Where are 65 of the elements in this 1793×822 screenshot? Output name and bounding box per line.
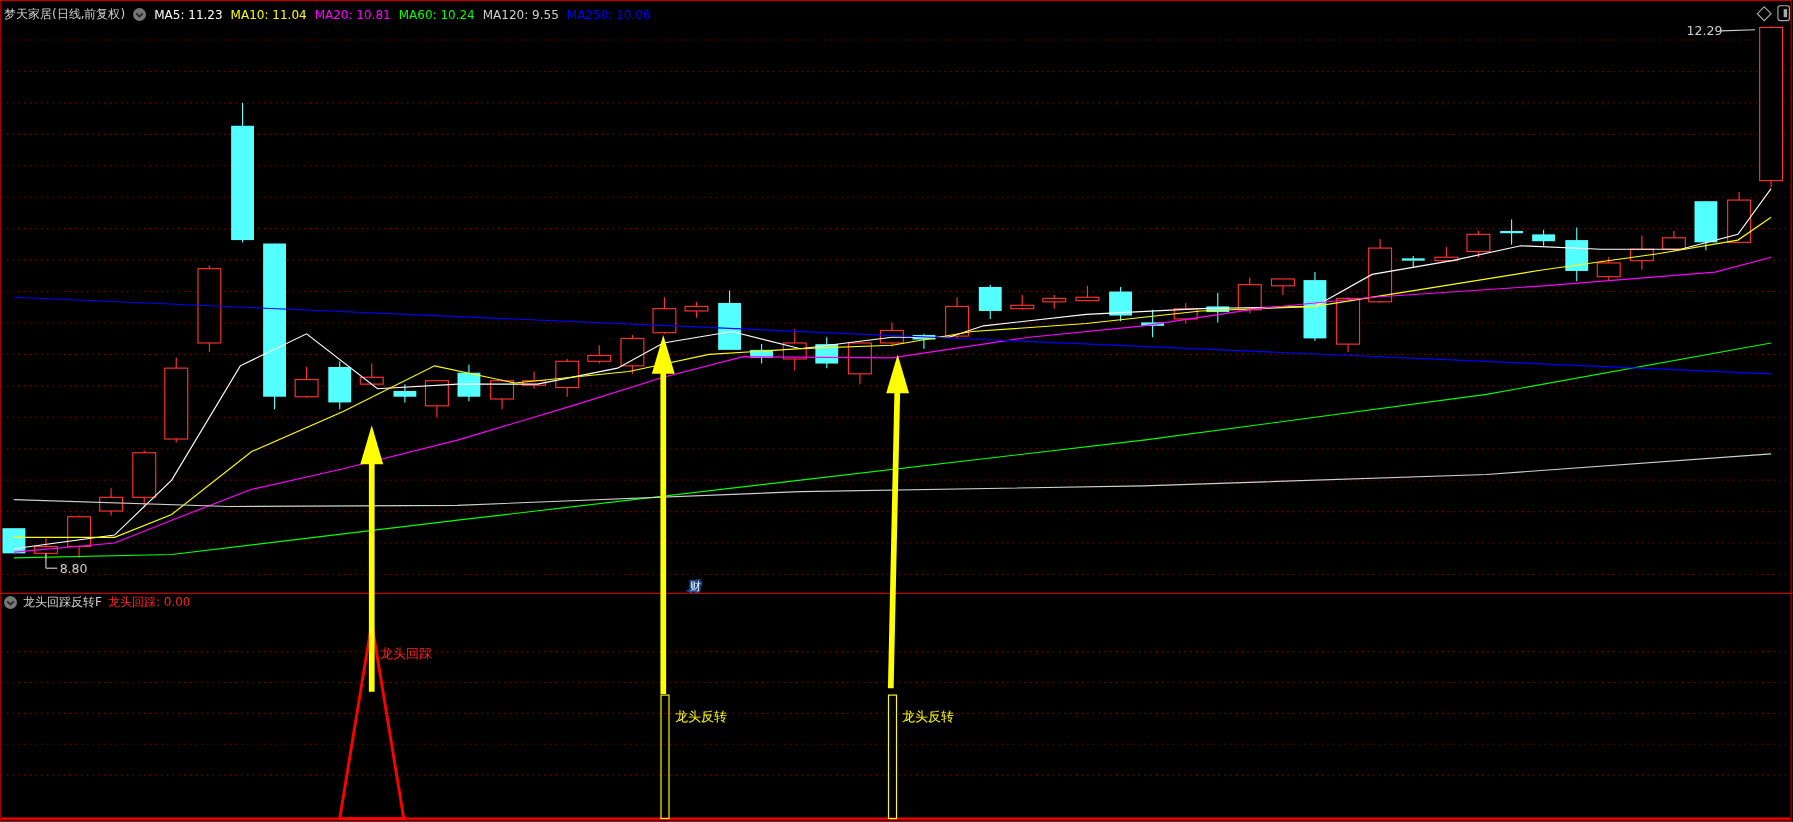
candlestick: [1042, 294, 1067, 310]
signal-label: 龙头回踩: [379, 646, 432, 662]
chevron-down-icon[interactable]: [4, 596, 17, 609]
candlestick: [1237, 277, 1262, 314]
candlestick: [1565, 226, 1589, 282]
moving-average-value: MA60: 10.24: [398, 7, 475, 22]
candlestick: [424, 380, 449, 418]
window-icon[interactable]: [1777, 5, 1790, 22]
candlestick: [457, 364, 481, 402]
candlestick: [815, 336, 839, 369]
candlestick: [1270, 278, 1295, 296]
candlestick: [912, 333, 936, 350]
candlestick: [1109, 286, 1132, 322]
candlestick: [1500, 218, 1523, 246]
candlestick: [782, 328, 807, 371]
candlestick: [359, 363, 384, 385]
candlestick: [2, 527, 26, 554]
indicator-value: 龙头回踩: 0.00: [107, 594, 191, 611]
candlestick: [522, 371, 547, 390]
candlestick: [1075, 285, 1100, 302]
finance-badge[interactable]: 财: [689, 578, 701, 593]
candlestick: [294, 366, 319, 399]
candlestick: [1206, 292, 1230, 323]
moving-average-value: MA120: 9.55: [482, 7, 559, 22]
candlestick: [490, 379, 515, 410]
candlestick: [1434, 246, 1459, 262]
signal-label: 龙头反转: [902, 709, 955, 725]
candlestick: [99, 487, 124, 517]
candlestick: [1596, 256, 1621, 281]
indicator-title: 龙头回踩反转F: [23, 594, 102, 611]
candlestick: [1466, 230, 1491, 258]
candlestick: [1629, 234, 1654, 271]
candlestick: [1368, 238, 1393, 304]
candlestick: [393, 383, 417, 403]
moving-average-value: MA250: 10.06: [566, 7, 651, 22]
signal-label: 龙头反转: [674, 709, 727, 725]
candlestick: [132, 449, 157, 509]
candlestick: [1401, 255, 1425, 269]
candlestick: [652, 296, 677, 335]
moving-average-value: MA5: 11.23: [154, 7, 223, 22]
moving-average-value: MA20: 10.81: [314, 7, 391, 22]
candlestick: [750, 343, 774, 365]
candlestick: [1336, 296, 1361, 353]
candlestick: [555, 358, 580, 398]
moving-average-value: MA10: 11.04: [230, 7, 307, 22]
candlestick: [1303, 271, 1327, 342]
candlestick: [1141, 309, 1164, 338]
candlestick: [1532, 229, 1555, 247]
candlestick: [978, 284, 1002, 320]
candlestick: [1727, 191, 1752, 245]
candlestick: [684, 301, 709, 319]
candlestick: [945, 296, 970, 339]
candlestick: [328, 360, 352, 410]
candlestick: [1694, 200, 1718, 251]
candlestick: [879, 321, 904, 347]
diamond-icon[interactable]: [1756, 6, 1772, 22]
candlestick: [1173, 302, 1198, 325]
candlestick: [620, 334, 645, 375]
candlestick: [847, 342, 872, 385]
candlestick: [1010, 294, 1035, 311]
candlestick: [67, 515, 92, 559]
candlestick: [587, 344, 612, 365]
stock-title: 梦天家居(日线,前复权): [4, 6, 126, 23]
chevron-down-icon[interactable]: [133, 8, 147, 21]
candlestick: [718, 289, 741, 351]
